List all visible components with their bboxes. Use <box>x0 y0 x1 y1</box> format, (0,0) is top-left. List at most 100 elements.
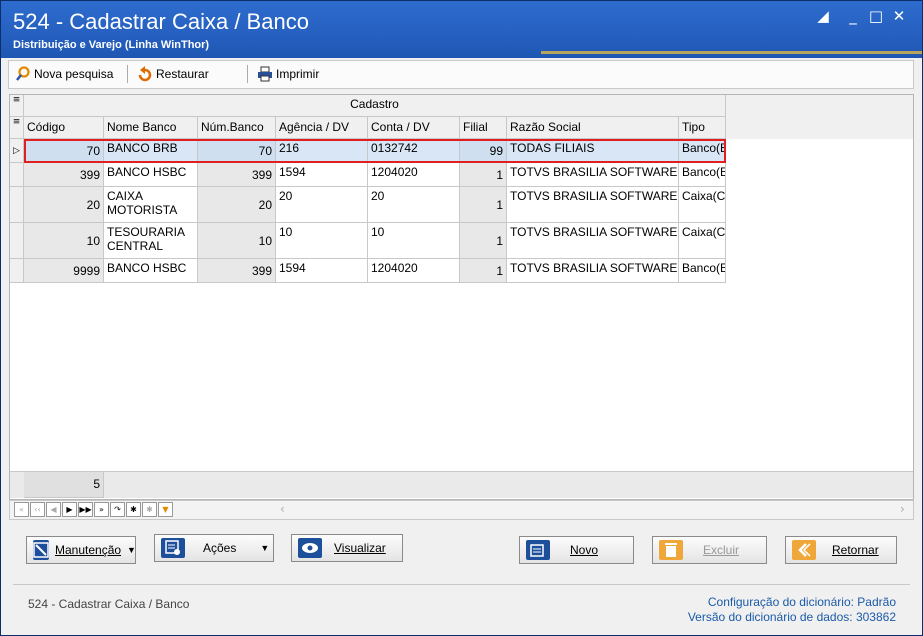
refresh-icon[interactable]: ↷ <box>110 502 125 517</box>
restaurar-button[interactable]: Restaurar <box>137 65 209 83</box>
visualizar-button[interactable]: Visualizar <box>291 534 403 562</box>
last-record-icon[interactable]: » <box>94 502 109 517</box>
table-cell[interactable]: 70 <box>198 139 276 163</box>
table-cell[interactable]: 20 <box>24 187 104 223</box>
table-cell[interactable]: 20 <box>198 187 276 223</box>
maximize-icon[interactable]: □ <box>866 7 886 25</box>
table-cell[interactable]: 0132742 <box>368 139 460 163</box>
manutencao-label: Manutenção <box>55 543 122 557</box>
table-cell[interactable]: 10 <box>368 223 460 259</box>
close-icon[interactable]: ✕ <box>889 7 909 25</box>
row-indicator[interactable] <box>10 223 24 259</box>
table-cell[interactable]: 70 <box>24 139 104 163</box>
table-cell[interactable]: 20 <box>276 187 368 223</box>
table-cell[interactable]: 1594 <box>276 259 368 283</box>
novo-label: Novo <box>570 543 599 557</box>
excluir-label: Excluir <box>703 543 740 557</box>
restore-icon[interactable]: ◢ <box>813 7 833 25</box>
scroll-right-icon[interactable]: › <box>900 502 905 516</box>
column-header[interactable]: Filial <box>460 117 507 139</box>
maintenance-icon <box>33 540 49 560</box>
column-header[interactable]: Agência / DV <box>276 117 368 139</box>
table-cell[interactable]: 1204020 <box>368 163 460 187</box>
scroll-left-icon[interactable]: ‹ <box>280 502 285 516</box>
table-cell[interactable]: TOTVS BRASILIA SOFTWARE - <box>507 187 679 223</box>
table-cell[interactable]: Banco(E <box>679 163 726 187</box>
column-header[interactable]: Conta / DV <box>368 117 460 139</box>
row-indicator[interactable]: ▷ <box>10 139 24 163</box>
table-cell[interactable]: 1594 <box>276 163 368 187</box>
row-indicator[interactable] <box>10 163 24 187</box>
imprimir-label: Imprimir <box>276 67 320 81</box>
status-bar: 524 - Cadastrar Caixa / Banco Configuraç… <box>13 584 910 627</box>
table-cell[interactable]: TODAS FILIAIS <box>507 139 679 163</box>
table-cell[interactable]: 1 <box>460 163 507 187</box>
data-grid[interactable]: ≡ Cadastro ≡ Código Nome Banco Núm.Banco Ag… <box>9 94 914 500</box>
table-cell[interactable]: 399 <box>24 163 104 187</box>
search-icon <box>16 66 30 81</box>
table-cell[interactable]: BANCO HSBC <box>104 259 198 283</box>
table-cell[interactable]: 1 <box>460 259 507 283</box>
insert-icon[interactable]: ✱ <box>126 502 141 517</box>
chevron-down-icon: ▼ <box>127 545 136 555</box>
retornar-button[interactable]: Retornar <box>785 536 897 564</box>
column-header[interactable]: Razão Social <box>507 117 679 139</box>
table-cell[interactable]: TOTVS BRASILIA SOFTWARE - <box>507 163 679 187</box>
table-cell[interactable]: 1204020 <box>368 259 460 283</box>
minimize-icon[interactable]: _ <box>843 7 863 25</box>
prev-record-icon[interactable]: ◀ <box>46 502 61 517</box>
row-count: 5 <box>24 472 104 498</box>
table-cell[interactable]: TOTVS BRASILIA SOFTWARE - <box>507 259 679 283</box>
column-header[interactable]: Tipo <box>679 117 726 139</box>
table-cell[interactable]: 399 <box>198 163 276 187</box>
table-cell[interactable]: Banco(E <box>679 259 726 283</box>
filter-icon[interactable]: ▼ <box>158 502 173 517</box>
acoes-button[interactable]: Ações ▼ <box>154 534 274 562</box>
imprimir-button[interactable]: Imprimir <box>257 65 319 83</box>
eye-icon <box>298 538 322 558</box>
column-header[interactable]: Núm.Banco <box>198 117 276 139</box>
table-cell[interactable]: TOTVS BRASILIA SOFTWARE - <box>507 223 679 259</box>
column-header[interactable]: Código <box>24 117 104 139</box>
row-indicator[interactable] <box>10 187 24 223</box>
table-cell[interactable]: 10 <box>24 223 104 259</box>
band-indicator-icon: ≡ <box>10 95 24 117</box>
restore-arrow-icon <box>138 66 152 82</box>
next-page-icon[interactable]: ▶▶ <box>78 502 93 517</box>
actions-icon <box>161 538 185 558</box>
nova-pesquisa-label: Nova pesquisa <box>34 67 114 81</box>
version-label: Versão do dicionário de dados: <box>687 610 853 624</box>
table-cell[interactable]: 216 <box>276 139 368 163</box>
delete-icon[interactable]: ✱ <box>142 502 157 517</box>
table-cell[interactable]: 9999 <box>24 259 104 283</box>
nova-pesquisa-button[interactable]: Nova pesquisa <box>15 65 113 83</box>
novo-button[interactable]: Novo <box>519 536 634 564</box>
first-page-icon[interactable]: « <box>14 502 29 517</box>
excluir-button[interactable]: Excluir <box>652 536 767 564</box>
row-indicator[interactable] <box>10 259 24 283</box>
column-chooser-icon[interactable]: ≡ <box>10 117 24 139</box>
table-cell[interactable]: 99 <box>460 139 507 163</box>
table-cell[interactable]: 10 <box>198 223 276 259</box>
table-cell[interactable]: BANCO BRB <box>104 139 198 163</box>
prev-page-icon[interactable]: ‹‹ <box>30 502 45 517</box>
table-cell[interactable]: Caixa(C <box>679 223 726 259</box>
column-header[interactable]: Nome Banco <box>104 117 198 139</box>
table-cell[interactable]: 10 <box>276 223 368 259</box>
table-cell[interactable]: CAIXA MOTORISTA <box>104 187 198 223</box>
table-cell[interactable]: 1 <box>460 187 507 223</box>
manutencao-button[interactable]: Manutenção ▼ <box>26 536 136 564</box>
toolbar-separator <box>127 65 128 83</box>
title-stripe <box>541 51 922 54</box>
table-cell[interactable]: Banco(E <box>679 139 726 163</box>
next-record-icon[interactable]: ▶ <box>62 502 77 517</box>
table-cell[interactable]: Caixa(C <box>679 187 726 223</box>
table-cell[interactable]: 1 <box>460 223 507 259</box>
table-cell[interactable]: BANCO HSBC <box>104 163 198 187</box>
status-screen-name: 524 - Cadastrar Caixa / Banco <box>28 597 190 611</box>
table-cell[interactable]: TESOURARIA CENTRAL <box>104 223 198 259</box>
restaurar-label: Restaurar <box>156 67 209 81</box>
table-cell[interactable]: 399 <box>198 259 276 283</box>
table-cell[interactable]: 20 <box>368 187 460 223</box>
config-value: Padrão <box>857 595 896 609</box>
